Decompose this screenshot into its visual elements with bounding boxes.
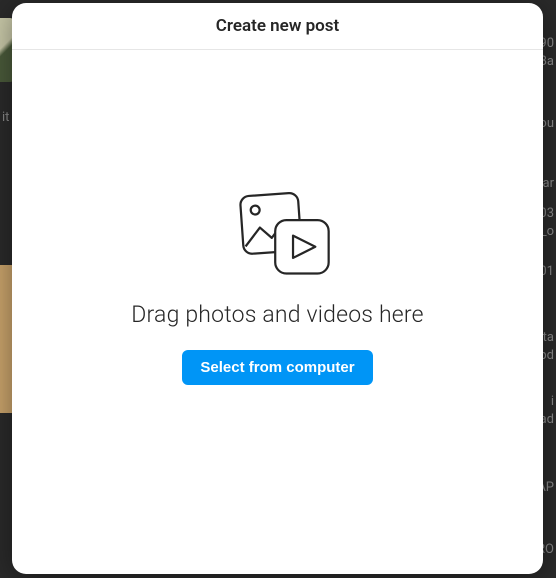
bg-text: it [2, 110, 9, 125]
dropzone[interactable]: Drag photos and videos here Select from … [12, 50, 543, 574]
modal-title: Create new post [12, 16, 543, 36]
media-upload-icon [224, 189, 332, 279]
modal-header: Create new post [12, 3, 543, 50]
select-from-computer-button[interactable]: Select from computer [182, 350, 372, 385]
bg-text: i [551, 394, 554, 409]
dropzone-instruction: Drag photos and videos here [131, 301, 423, 328]
create-post-modal: Create new post Drag photos and videos h… [12, 3, 543, 574]
